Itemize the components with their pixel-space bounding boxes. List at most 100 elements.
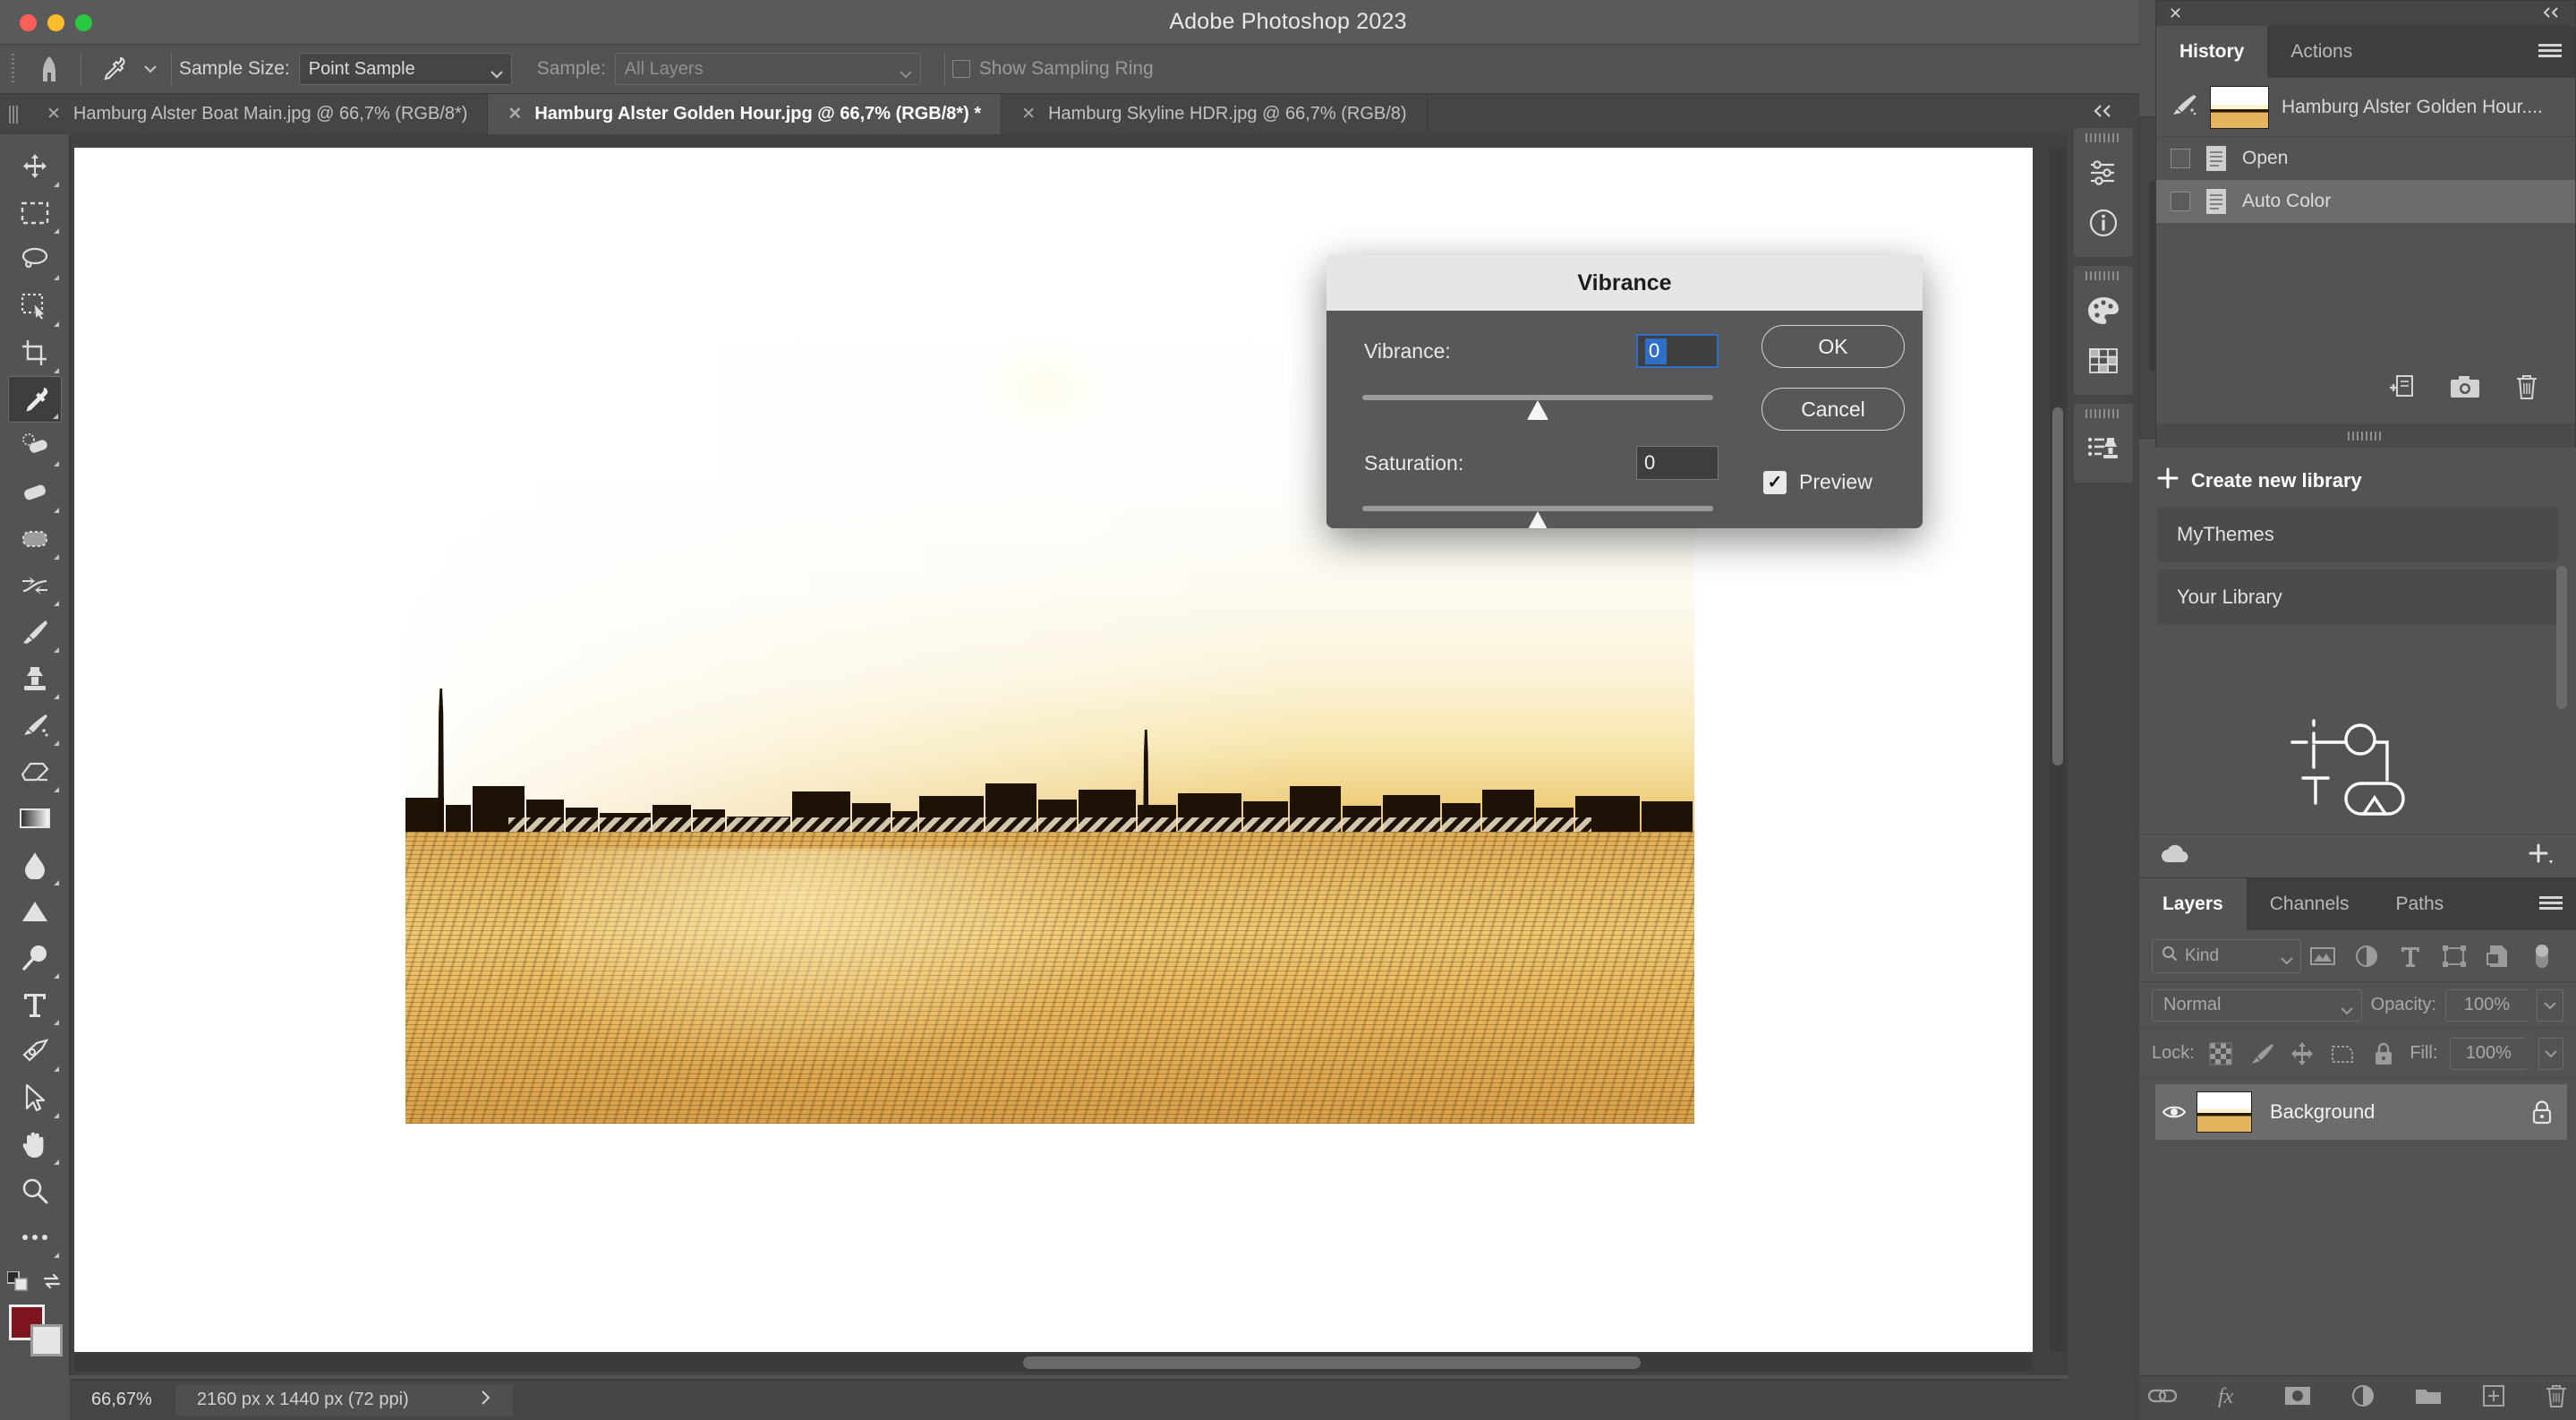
create-snapshot-icon[interactable] — [2450, 375, 2480, 403]
vibrance-input[interactable]: 0 — [1636, 334, 1719, 368]
tool-rectangular-marquee[interactable] — [8, 190, 62, 236]
filter-toggle-icon[interactable] — [2520, 937, 2563, 976]
eyedropper-icon[interactable] — [89, 49, 137, 89]
tool-clone-stamp[interactable] — [8, 655, 62, 702]
tool-history-brush[interactable] — [8, 702, 62, 748]
tool-content-aware-move[interactable] — [8, 516, 62, 562]
horizontal-scroll-thumb[interactable] — [1023, 1356, 1641, 1369]
tool-lasso[interactable] — [8, 236, 62, 283]
info-panel-icon[interactable] — [2074, 198, 2133, 248]
delete-layer-icon[interactable] — [2545, 1383, 2568, 1413]
vertical-scroll-thumb[interactable] — [2052, 407, 2063, 766]
filter-smart-object-icon[interactable] — [2476, 937, 2520, 976]
history-state-toggle-open[interactable] — [2171, 149, 2190, 168]
filter-pixel-icon[interactable] — [2301, 937, 2345, 976]
color-panel-icon[interactable] — [2074, 286, 2133, 336]
create-new-library-button[interactable]: Create new library — [2139, 448, 2576, 507]
tool-patch[interactable] — [8, 469, 62, 516]
tab-channels[interactable]: Channels — [2246, 878, 2373, 930]
tool-flyout-chevron-icon[interactable] — [137, 49, 164, 89]
close-tab-icon-2[interactable]: ✕ — [1021, 104, 1036, 124]
new-group-icon[interactable] — [2414, 1385, 2443, 1411]
history-state-open[interactable]: Open — [2156, 137, 2575, 180]
layer-row-background[interactable]: Background — [2155, 1084, 2567, 1140]
history-state-toggle-auto-color[interactable] — [2171, 192, 2190, 211]
new-layer-icon[interactable] — [2482, 1384, 2505, 1412]
adjustments-panel-icon[interactable] — [2074, 148, 2133, 198]
tool-object-selection[interactable] — [8, 283, 62, 329]
vibrance-dialog[interactable]: Vibrance Vibrance: 0 Saturation: 0 OK Ca… — [1326, 255, 1923, 528]
preview-checkbox-row[interactable]: ✓ Preview — [1763, 470, 1872, 494]
tool-zoom[interactable] — [8, 1168, 62, 1214]
tool-spot-healing-brush[interactable] — [8, 423, 62, 469]
show-sampling-ring-checkbox[interactable] — [951, 60, 970, 78]
rail-grip-1[interactable] — [2086, 133, 2121, 142]
close-tab-icon-0[interactable]: ✕ — [47, 104, 61, 124]
lock-all-icon[interactable] — [2369, 1039, 2397, 1069]
tool-brush[interactable] — [8, 609, 62, 655]
tool-path-selection[interactable] — [8, 1074, 62, 1121]
tool-sharpen[interactable] — [8, 935, 62, 981]
new-adjustment-layer-icon[interactable] — [2351, 1384, 2375, 1412]
lock-transparency-icon[interactable] — [2207, 1039, 2235, 1069]
saturation-slider-knob[interactable] — [1527, 511, 1548, 528]
tool-preset-icon[interactable] — [25, 49, 73, 89]
lock-artboard-nesting-icon[interactable] — [2329, 1039, 2357, 1069]
fill-stepper[interactable] — [2538, 1037, 2563, 1070]
document-tab-0[interactable]: ✕ Hamburg Alster Boat Main.jpg @ 66,7% (… — [27, 94, 489, 134]
close-tab-icon-1[interactable]: ✕ — [508, 104, 522, 124]
sample-size-select[interactable]: Point Sample — [298, 53, 512, 85]
plus-dropdown-icon[interactable] — [2528, 843, 2556, 870]
vibrance-slider-knob[interactable] — [1527, 400, 1548, 420]
ok-button[interactable]: OK — [1761, 325, 1905, 368]
zoom-level[interactable]: 66,67% — [70, 1390, 175, 1410]
close-icon[interactable]: ✕ — [2169, 4, 2182, 23]
tool-crop[interactable] — [8, 329, 62, 376]
tab-paths[interactable]: Paths — [2372, 878, 2468, 930]
filter-type-icon[interactable] — [2388, 937, 2432, 976]
horizontal-scrollbar[interactable] — [74, 1354, 2033, 1372]
eye-icon[interactable] — [2155, 1103, 2193, 1121]
preview-checkbox[interactable]: ✓ — [1763, 470, 1787, 494]
layer-kind-filter[interactable]: Kind — [2152, 938, 2301, 973]
background-color-swatch[interactable] — [30, 1324, 63, 1356]
tool-pen[interactable] — [8, 1028, 62, 1074]
lock-image-pixels-icon[interactable] — [2248, 1039, 2275, 1069]
tool-move[interactable] — [8, 143, 62, 190]
layer-style-fx-icon[interactable]: fx — [2217, 1383, 2244, 1413]
libraries-scroll-thumb[interactable] — [2556, 566, 2567, 709]
tool-edit-toolbar-ellipsis[interactable] — [8, 1214, 62, 1261]
clone-source-panel-icon[interactable] — [2074, 423, 2133, 474]
rail-grip-3[interactable] — [2086, 409, 2121, 418]
history-state-auto-color[interactable]: Auto Color — [2156, 180, 2575, 223]
cancel-button[interactable]: Cancel — [1761, 388, 1905, 431]
tab-history[interactable]: History — [2156, 26, 2268, 78]
layer-thumbnail[interactable] — [2196, 1091, 2252, 1133]
chevron-right-icon[interactable] — [481, 1390, 491, 1411]
vertical-scrollbar[interactable] — [2050, 148, 2066, 1352]
default-colors-icon[interactable] — [5, 1270, 29, 1296]
tool-eraser[interactable] — [8, 748, 62, 795]
link-layers-icon[interactable] — [2147, 1387, 2178, 1409]
library-item-mythemes[interactable]: MyThemes — [2157, 507, 2558, 562]
tool-gradient[interactable] — [8, 795, 62, 842]
history-panel-resize-handle[interactable] — [2156, 423, 2575, 449]
document-dimensions[interactable]: 2160 px x 1440 px (72 ppi) — [175, 1383, 513, 1416]
double-chevron-left-icon[interactable] — [2541, 4, 2563, 23]
layers-panel-menu-icon[interactable] — [2526, 878, 2576, 930]
cloud-icon[interactable] — [2159, 844, 2191, 868]
history-snapshot-row[interactable]: Hamburg Alster Golden Hour.... — [2156, 78, 2575, 137]
tool-red-eye[interactable] — [8, 562, 62, 609]
tool-eyedropper[interactable] — [7, 376, 62, 423]
filter-shape-icon[interactable] — [2432, 937, 2476, 976]
create-document-from-state-icon[interactable] — [2387, 374, 2416, 404]
collapse-panels-icon[interactable] — [2068, 94, 2139, 128]
options-bar-grip[interactable] — [9, 54, 18, 84]
rail-grip-2[interactable] — [2086, 271, 2121, 280]
history-panel-menu-icon[interactable] — [2525, 26, 2575, 78]
tool-blur[interactable] — [8, 842, 62, 888]
blend-mode-select[interactable]: Normal — [2152, 988, 2362, 1022]
document-tab-1[interactable]: ✕ Hamburg Alster Golden Hour.jpg @ 66,7%… — [488, 94, 1002, 134]
sample-select[interactable]: All Layers — [614, 53, 921, 85]
tab-bar-grip[interactable] — [0, 94, 27, 134]
